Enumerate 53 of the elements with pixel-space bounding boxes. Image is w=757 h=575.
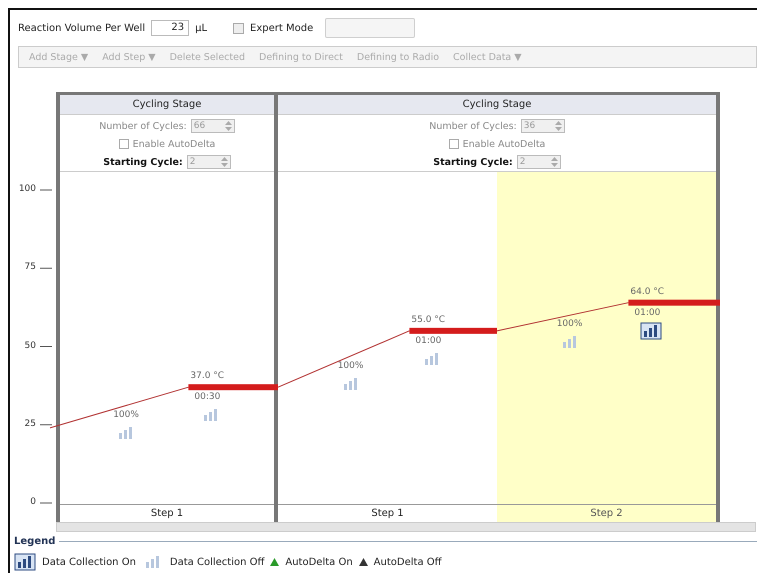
time-label[interactable]: 01:00	[415, 336, 442, 346]
time-label[interactable]: 00:30	[194, 392, 220, 402]
axis-tick	[40, 268, 52, 269]
horizontal-scrollbar[interactable]	[56, 522, 756, 532]
axis-tick	[40, 502, 52, 504]
temperature-label[interactable]: 64.0 °C	[630, 286, 664, 297]
temperature-label[interactable]: 55.0 °C	[411, 314, 446, 325]
time-label[interactable]: 01:00	[634, 308, 660, 318]
starting-cycle-label: Starting Cycle:	[433, 156, 513, 168]
autodelta-checkbox[interactable]	[118, 139, 129, 149]
hold-bar[interactable]	[188, 384, 278, 390]
hold-bar[interactable]	[628, 300, 720, 306]
hold-bar[interactable]	[409, 328, 497, 334]
volume-label: Reaction Volume Per Well	[18, 22, 146, 34]
legend-label: AutoDelta On	[285, 556, 353, 568]
expert-mode-checkbox[interactable]	[233, 22, 244, 34]
axis-tick	[40, 424, 52, 426]
spinner-arrows-icon[interactable]	[550, 157, 558, 167]
starting-cycle-label: Starting Cycle:	[103, 156, 183, 168]
legend-label: Data Collection On	[42, 556, 136, 568]
data-collection-on-icon	[14, 553, 36, 571]
legend-label: AutoDelta Off	[374, 556, 442, 568]
spinner-arrows-icon[interactable]	[224, 121, 232, 131]
axis-tick-label: 0	[29, 497, 36, 507]
legend-title: Legend	[14, 536, 56, 547]
cycles-label: Number of Cycles:	[429, 120, 517, 132]
step-label[interactable]: Step 1	[60, 505, 274, 522]
triangle-icon	[358, 558, 368, 566]
step-label[interactable]: Step 2	[497, 505, 716, 522]
stage-header: Cycling Stage	[60, 95, 274, 115]
spinner-arrows-icon[interactable]	[554, 121, 562, 131]
expert-mode-label: Expert Mode	[250, 22, 314, 34]
spinner-arrows-icon[interactable]	[220, 157, 228, 167]
axis-tick-label: 25	[24, 418, 36, 429]
autodelta-label: Enable AutoDelta	[462, 138, 546, 150]
ramp-rate-label[interactable]: 100%	[338, 361, 364, 372]
volume-field[interactable]: 23	[151, 20, 190, 36]
ramp-rate-label[interactable]: 100%	[556, 318, 582, 329]
stage-header: Cycling Stage	[278, 95, 716, 115]
autodelta-checkbox[interactable]	[448, 139, 459, 149]
temperature-label[interactable]: 37.0 °C	[190, 371, 224, 382]
data-collection-on-icon	[640, 322, 662, 340]
ramp-rate-label[interactable]: 100%	[113, 410, 139, 420]
cycles-label: Number of Cycles:	[99, 120, 187, 132]
legend-label: Data Collection Off	[170, 556, 264, 568]
autodelta-label: Enable AutoDelta	[132, 138, 216, 150]
unit-label: µL	[195, 22, 208, 34]
triangle-icon	[270, 558, 280, 566]
axis-tick	[40, 346, 52, 347]
axis-tick-label: 100	[18, 184, 36, 194]
axis-tick-label: 75	[24, 262, 36, 272]
axis-tick-label: 50	[24, 340, 36, 350]
step-label[interactable]: Step 1	[278, 505, 497, 522]
